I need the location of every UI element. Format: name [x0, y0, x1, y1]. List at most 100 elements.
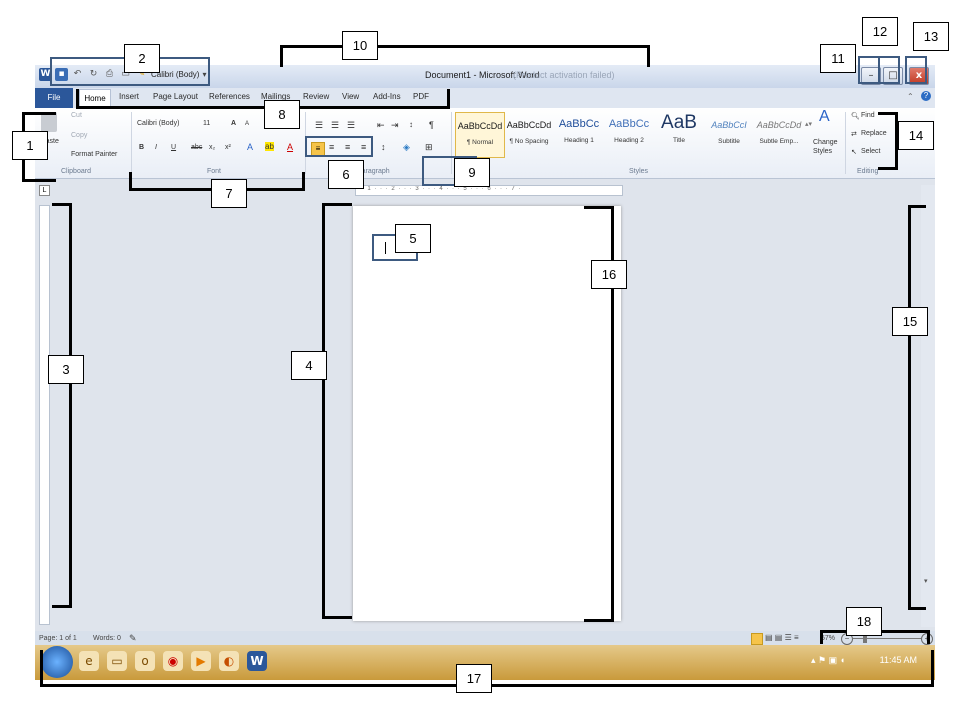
- callout-bracket-scrollbar: [908, 205, 926, 610]
- callout-label: 3: [48, 355, 84, 384]
- print-layout-icon[interactable]: [751, 633, 763, 645]
- callout-label: 6: [328, 160, 364, 189]
- font-color-icon[interactable]: A: [287, 142, 293, 152]
- superscript-button[interactable]: x²: [225, 144, 231, 151]
- line-spacing-icon[interactable]: ↕: [381, 142, 386, 152]
- callout-bracket-editing: [878, 112, 898, 170]
- show-marks-icon[interactable]: ¶: [429, 120, 434, 130]
- tab-selector-icon[interactable]: L: [39, 185, 50, 196]
- style-name: ¶ Normal: [466, 139, 494, 146]
- italic-button[interactable]: I: [155, 144, 157, 151]
- view-buttons-icon[interactable]: ▤ ▤ ☰ ≡: [765, 633, 799, 642]
- callout-bracket-tabs: [76, 89, 450, 109]
- callout-label: 10: [342, 31, 378, 60]
- style-name: Title: [672, 137, 686, 144]
- change-styles-button[interactable]: Change Styles: [813, 138, 839, 156]
- style-preview: AaBbCcDd: [756, 120, 802, 130]
- style-preview: AaBbCcDd: [506, 120, 552, 130]
- numbering-icon[interactable]: ☰: [331, 120, 339, 131]
- clipboard-group-label: Clipboard: [61, 168, 91, 175]
- callout-label: 12: [862, 17, 898, 46]
- strikethrough-button[interactable]: abc: [191, 144, 202, 151]
- copy-button[interactable]: Copy: [71, 132, 87, 139]
- style-preview: AaBbCc: [608, 118, 650, 130]
- multilevel-list-icon[interactable]: ☰: [347, 120, 355, 131]
- style-preview: AaBbCc: [558, 118, 600, 130]
- callout-label: 18: [846, 607, 882, 636]
- word-window: W ▪ ↶ ↻ ⎙ ▭ ✎ Calibri (Body) ▾ Document1…: [35, 65, 935, 645]
- window-title-suffix: (Product activation failed): [513, 70, 615, 80]
- word-count[interactable]: Words: 0: [93, 635, 121, 642]
- callout-label: 8: [264, 100, 300, 129]
- separator: [845, 112, 846, 174]
- callout-box-close: [905, 56, 927, 84]
- status-bar: Page: 1 of 1 Words: 0 ✎ ▤ ▤ ☰ ≡ 57% − +: [35, 631, 935, 645]
- increase-indent-icon[interactable]: ⇥: [391, 120, 399, 131]
- callout-label: 5: [395, 224, 431, 253]
- callout-label: 2: [124, 44, 160, 73]
- callout-label: 14: [898, 121, 934, 150]
- style-no-spacing[interactable]: AaBbCcDd ¶ No Spacing: [505, 112, 553, 156]
- callout-box-alignment: [305, 136, 373, 157]
- style-name: Subtitle: [718, 138, 740, 145]
- underline-button[interactable]: U: [171, 144, 176, 151]
- font-size-box[interactable]: 11: [203, 120, 210, 127]
- bold-button[interactable]: B: [139, 144, 144, 151]
- shrink-font-button[interactable]: A: [245, 121, 249, 127]
- style-preview: AaBbCcI: [711, 120, 747, 130]
- subscript-button[interactable]: x₂: [209, 144, 215, 151]
- decrease-indent-icon[interactable]: ⇤: [377, 120, 385, 131]
- bullets-icon[interactable]: ☰: [315, 120, 323, 131]
- style-subtitle[interactable]: AaBbCcI Subtitle: [705, 112, 753, 156]
- styles-group-label: Styles: [629, 168, 649, 175]
- minimize-ribbon-icon[interactable]: ⌃: [907, 92, 914, 101]
- callout-label: 13: [913, 22, 949, 51]
- borders-icon[interactable]: ⊞: [425, 142, 433, 153]
- callout-label: 17: [456, 664, 492, 693]
- style-preview: AaBbCcDd: [457, 121, 503, 131]
- grow-font-button[interactable]: A: [231, 120, 236, 127]
- style-subtle-emphasis[interactable]: AaBbCcDd Subtle Emp...: [755, 112, 803, 156]
- style-name: Heading 2: [614, 137, 644, 144]
- proofing-icon[interactable]: ✎: [129, 633, 137, 644]
- text-effects-icon[interactable]: A: [247, 142, 253, 152]
- callout-box-restore: [878, 56, 900, 84]
- font-name-box[interactable]: Calibri (Body): [137, 120, 179, 127]
- style-heading-2[interactable]: AaBbCc Heading 2: [605, 112, 653, 156]
- find-button[interactable]: Find: [861, 112, 875, 119]
- change-styles-icon[interactable]: A: [819, 108, 830, 126]
- style-name: Subtle Emp...: [759, 138, 799, 145]
- style-heading-1[interactable]: AaBbCc Heading 1: [555, 112, 603, 156]
- style-name: Heading 1: [564, 137, 594, 144]
- callout-bracket-left-margin: [322, 203, 352, 619]
- find-icon: 🔍︎: [851, 113, 860, 120]
- select-icon: ↖: [851, 149, 857, 156]
- format-painter-button[interactable]: Format Painter: [71, 151, 117, 158]
- separator: [131, 112, 132, 174]
- replace-icon: ⇄: [851, 131, 857, 138]
- callout-label: 1: [12, 131, 48, 160]
- tab-file[interactable]: File: [35, 88, 73, 108]
- callout-label: 16: [591, 260, 627, 289]
- page-count[interactable]: Page: 1 of 1: [39, 635, 77, 642]
- help-icon[interactable]: ?: [921, 91, 931, 101]
- document-page[interactable]: [353, 206, 621, 621]
- callout-label: 4: [291, 351, 327, 380]
- style-title[interactable]: AaB Title: [655, 112, 703, 156]
- styles-scroll-icon[interactable]: ▴▾: [805, 120, 812, 128]
- style-name: ¶ No Spacing: [509, 138, 549, 145]
- callout-bracket-vertical-ruler: [52, 203, 72, 608]
- sort-icon[interactable]: ↕: [409, 120, 413, 129]
- callout-label: 11: [820, 44, 856, 73]
- callout-label: 9: [454, 158, 490, 187]
- callout-label: 15: [892, 307, 928, 336]
- shading-icon[interactable]: ◈: [403, 142, 410, 153]
- callout-box-minimize: [858, 56, 880, 84]
- callout-label: 7: [211, 179, 247, 208]
- editing-group-label: Editing: [857, 168, 879, 175]
- callout-bracket-title-bar: [280, 45, 650, 67]
- cut-button[interactable]: Cut: [71, 112, 82, 119]
- style-normal[interactable]: AaBbCcDd ¶ Normal: [455, 112, 505, 158]
- highlight-icon[interactable]: ab: [265, 142, 274, 151]
- vertical-ruler[interactable]: [39, 205, 50, 625]
